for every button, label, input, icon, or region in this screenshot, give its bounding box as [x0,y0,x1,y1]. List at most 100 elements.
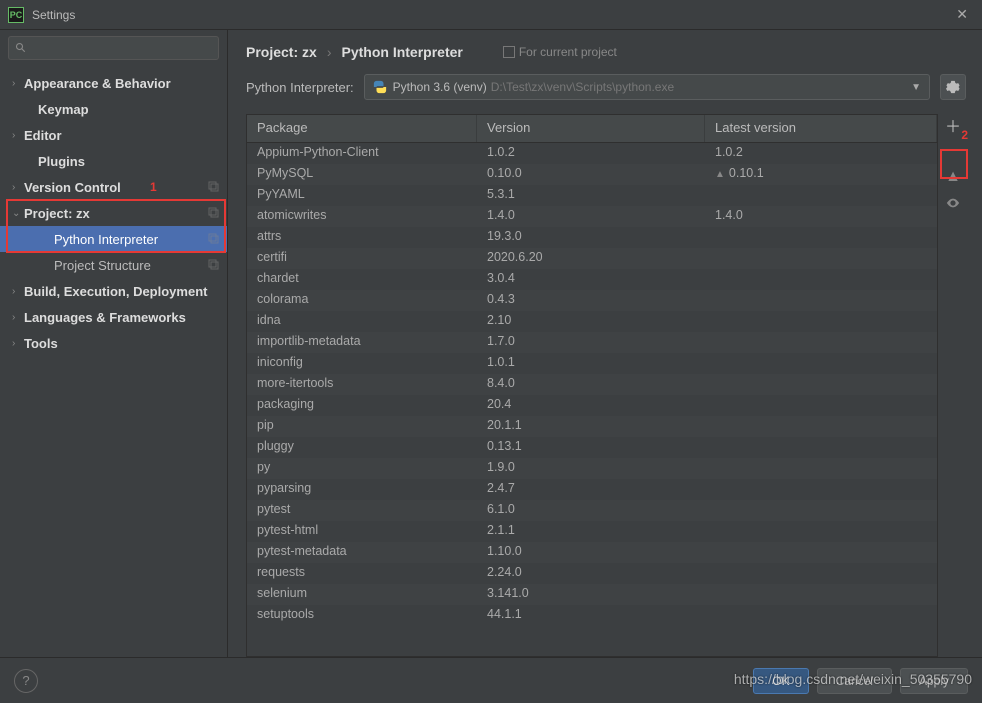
add-package-button[interactable]: ＋ [942,114,964,136]
sidebar-item-languages-frameworks[interactable]: ›Languages & Frameworks [0,304,227,330]
package-name: setuptools [247,605,477,626]
package-version: 2.24.0 [477,563,705,584]
show-early-releases-button[interactable] [942,192,964,214]
gear-icon [946,80,960,94]
package-latest [705,332,937,353]
dialog-footer: ? OK Cancel Apply [0,657,982,703]
search-input[interactable] [31,41,212,55]
table-row[interactable]: pyparsing2.4.7 [247,479,937,500]
package-version: 0.4.3 [477,290,705,311]
package-latest: ▲0.10.1 [705,164,937,185]
col-latest[interactable]: Latest version [705,115,937,142]
chevron-right-icon: › [12,78,24,89]
breadcrumb-page: Python Interpreter [341,44,462,60]
table-row[interactable]: certifi2020.6.20 [247,248,937,269]
package-latest [705,605,937,626]
table-row[interactable]: pytest6.1.0 [247,500,937,521]
ok-button[interactable]: OK [753,668,808,694]
upgrade-package-button[interactable]: ▲ [942,166,964,188]
package-version: 2.4.7 [477,479,705,500]
table-body[interactable]: Appium-Python-Client1.0.21.0.2PyMySQL0.1… [247,143,937,656]
package-latest [705,500,937,521]
cancel-button[interactable]: Cancel [817,668,892,694]
package-name: requests [247,563,477,584]
interpreter-settings-button[interactable] [940,74,966,100]
table-row[interactable]: PyMySQL0.10.0▲0.10.1 [247,164,937,185]
table-row[interactable]: pytest-html2.1.1 [247,521,937,542]
sidebar-item-plugins[interactable]: Plugins [0,148,227,174]
table-row[interactable]: py1.9.0 [247,458,937,479]
package-latest: 1.0.2 [705,143,937,164]
chevron-right-icon: › [12,338,24,349]
project-scope-icon [503,46,515,58]
interpreter-dropdown[interactable]: Python 3.6 (venv) D:\Test\zx\venv\Script… [364,74,930,100]
sidebar-item-build-execution-deployment[interactable]: ›Build, Execution, Deployment [0,278,227,304]
package-name: attrs [247,227,477,248]
table-row[interactable]: packaging20.4 [247,395,937,416]
table-row[interactable]: more-itertools8.4.0 [247,374,937,395]
close-icon[interactable]: ✕ [950,6,974,23]
sidebar-item-editor[interactable]: ›Editor [0,122,227,148]
table-row[interactable]: chardet3.0.4 [247,269,937,290]
package-version: 20.4 [477,395,705,416]
package-name: pyparsing [247,479,477,500]
package-version: 1.4.0 [477,206,705,227]
table-row[interactable]: setuptools44.1.1 [247,605,937,626]
sidebar-item-project-zx[interactable]: ⌄Project: zx [0,200,227,226]
package-version: 44.1.1 [477,605,705,626]
package-name: PyYAML [247,185,477,206]
package-name: idna [247,311,477,332]
package-latest [705,416,937,437]
package-name: pytest-html [247,521,477,542]
breadcrumb-project: Project: zx [246,44,317,60]
package-name: colorama [247,290,477,311]
package-version: 5.3.1 [477,185,705,206]
package-version: 1.0.1 [477,353,705,374]
package-latest [705,269,937,290]
table-row[interactable]: attrs19.3.0 [247,227,937,248]
sidebar-item-keymap[interactable]: Keymap [0,96,227,122]
app-icon: PC [8,7,24,23]
chevron-right-icon: › [12,130,24,141]
package-name: pytest [247,500,477,521]
table-row[interactable]: colorama0.4.3 [247,290,937,311]
table-row[interactable]: iniconfig1.0.1 [247,353,937,374]
apply-button[interactable]: Apply [900,668,968,694]
table-row[interactable]: pip20.1.1 [247,416,937,437]
package-version: 8.4.0 [477,374,705,395]
package-name: Appium-Python-Client [247,143,477,164]
sidebar-item-project-structure[interactable]: Project Structure [0,252,227,278]
package-latest [705,395,937,416]
table-row[interactable]: importlib-metadata1.7.0 [247,332,937,353]
package-version: 2.10 [477,311,705,332]
table-row[interactable]: pluggy0.13.1 [247,437,937,458]
package-latest [705,311,937,332]
sidebar-item-version-control[interactable]: ›Version Control [0,174,227,200]
package-name: pip [247,416,477,437]
package-latest [705,563,937,584]
help-button[interactable]: ? [14,669,38,693]
main-panel: Project: zx › Python Interpreter For cur… [228,30,982,657]
upgrade-available-icon: ▲ [715,169,725,180]
table-row[interactable]: PyYAML5.3.1 [247,185,937,206]
col-version[interactable]: Version [477,115,705,142]
table-row[interactable]: pytest-metadata1.10.0 [247,542,937,563]
search-input-wrap[interactable] [8,36,219,60]
table-row[interactable]: atomicwrites1.4.01.4.0 [247,206,937,227]
project-scope-icon [207,206,219,221]
package-name: certifi [247,248,477,269]
col-package[interactable]: Package [247,115,477,142]
table-row[interactable]: Appium-Python-Client1.0.21.0.2 [247,143,937,164]
table-row[interactable]: requests2.24.0 [247,563,937,584]
package-latest [705,290,937,311]
table-row[interactable]: selenium3.141.0 [247,584,937,605]
package-version: 1.7.0 [477,332,705,353]
sidebar-item-tools[interactable]: ›Tools [0,330,227,356]
sidebar-item-python-interpreter[interactable]: Python Interpreter [0,226,227,252]
table-row[interactable]: idna2.10 [247,311,937,332]
package-name: importlib-metadata [247,332,477,353]
remove-package-button[interactable]: − [942,140,964,162]
for-current-project-label: For current project [519,45,617,59]
sidebar-item-appearance-behavior[interactable]: ›Appearance & Behavior [0,70,227,96]
package-latest [705,584,937,605]
